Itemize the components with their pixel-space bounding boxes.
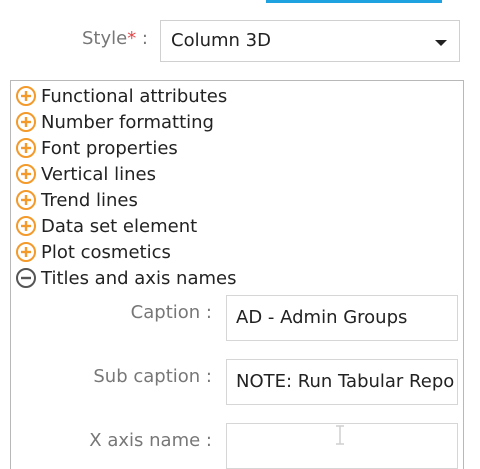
expand-plus-icon[interactable] (15, 215, 37, 237)
tree-item-titles-and-axis-names[interactable]: Titles and axis names (15, 267, 236, 289)
tree-item-label: Functional attributes (41, 85, 228, 107)
tree-item-label: Titles and axis names (41, 267, 237, 289)
style-select[interactable]: Column 3D (160, 20, 460, 62)
tree-item-number-formatting[interactable]: Number formatting (15, 111, 214, 133)
collapse-minus-icon[interactable] (15, 267, 37, 289)
tree-item-functional-attributes[interactable]: Functional attributes (15, 85, 227, 107)
sub-caption-input-value: NOTE: Run Tabular Repo (236, 371, 455, 392)
expand-plus-icon[interactable] (15, 111, 37, 133)
top-tab-strip (266, 0, 442, 3)
tree-item-vertical-lines[interactable]: Vertical lines (15, 163, 156, 185)
expand-plus-icon[interactable] (15, 137, 37, 159)
tree-item-plot-cosmetics[interactable]: Plot cosmetics (15, 241, 171, 263)
tree-item-data-set-element[interactable]: Data set element (15, 215, 197, 237)
caption-input-value: AD - Admin Groups (236, 307, 408, 328)
caption-label: Caption : (130, 302, 212, 323)
tree-item-label: Data set element (41, 215, 198, 237)
style-select-value: Column 3D (171, 30, 271, 51)
tree-item-label: Font properties (41, 137, 178, 159)
caption-input[interactable]: AD - Admin Groups (226, 295, 458, 341)
text-cursor-icon (336, 425, 344, 445)
tree-item-font-properties[interactable]: Font properties (15, 137, 178, 159)
expand-plus-icon[interactable] (15, 189, 37, 211)
expand-plus-icon[interactable] (15, 85, 37, 107)
chart-settings-page: Style* : Column 3D Functional attributes… (0, 0, 480, 469)
required-mark: * (127, 28, 137, 49)
sub-caption-input[interactable]: NOTE: Run Tabular Repo (226, 359, 458, 405)
x-axis-name-label: X axis name : (89, 430, 212, 451)
tree-item-label: Number formatting (41, 111, 214, 133)
style-label: Style* : (81, 28, 148, 49)
tree-item-label: Vertical lines (41, 163, 156, 185)
expand-plus-icon[interactable] (15, 241, 37, 263)
chevron-down-icon (435, 40, 447, 46)
tree-item-trend-lines[interactable]: Trend lines (15, 189, 138, 211)
tree-item-label: Plot cosmetics (41, 241, 171, 263)
expand-plus-icon[interactable] (15, 163, 37, 185)
tree-item-label: Trend lines (41, 189, 138, 211)
sub-caption-label: Sub caption : (93, 366, 212, 387)
